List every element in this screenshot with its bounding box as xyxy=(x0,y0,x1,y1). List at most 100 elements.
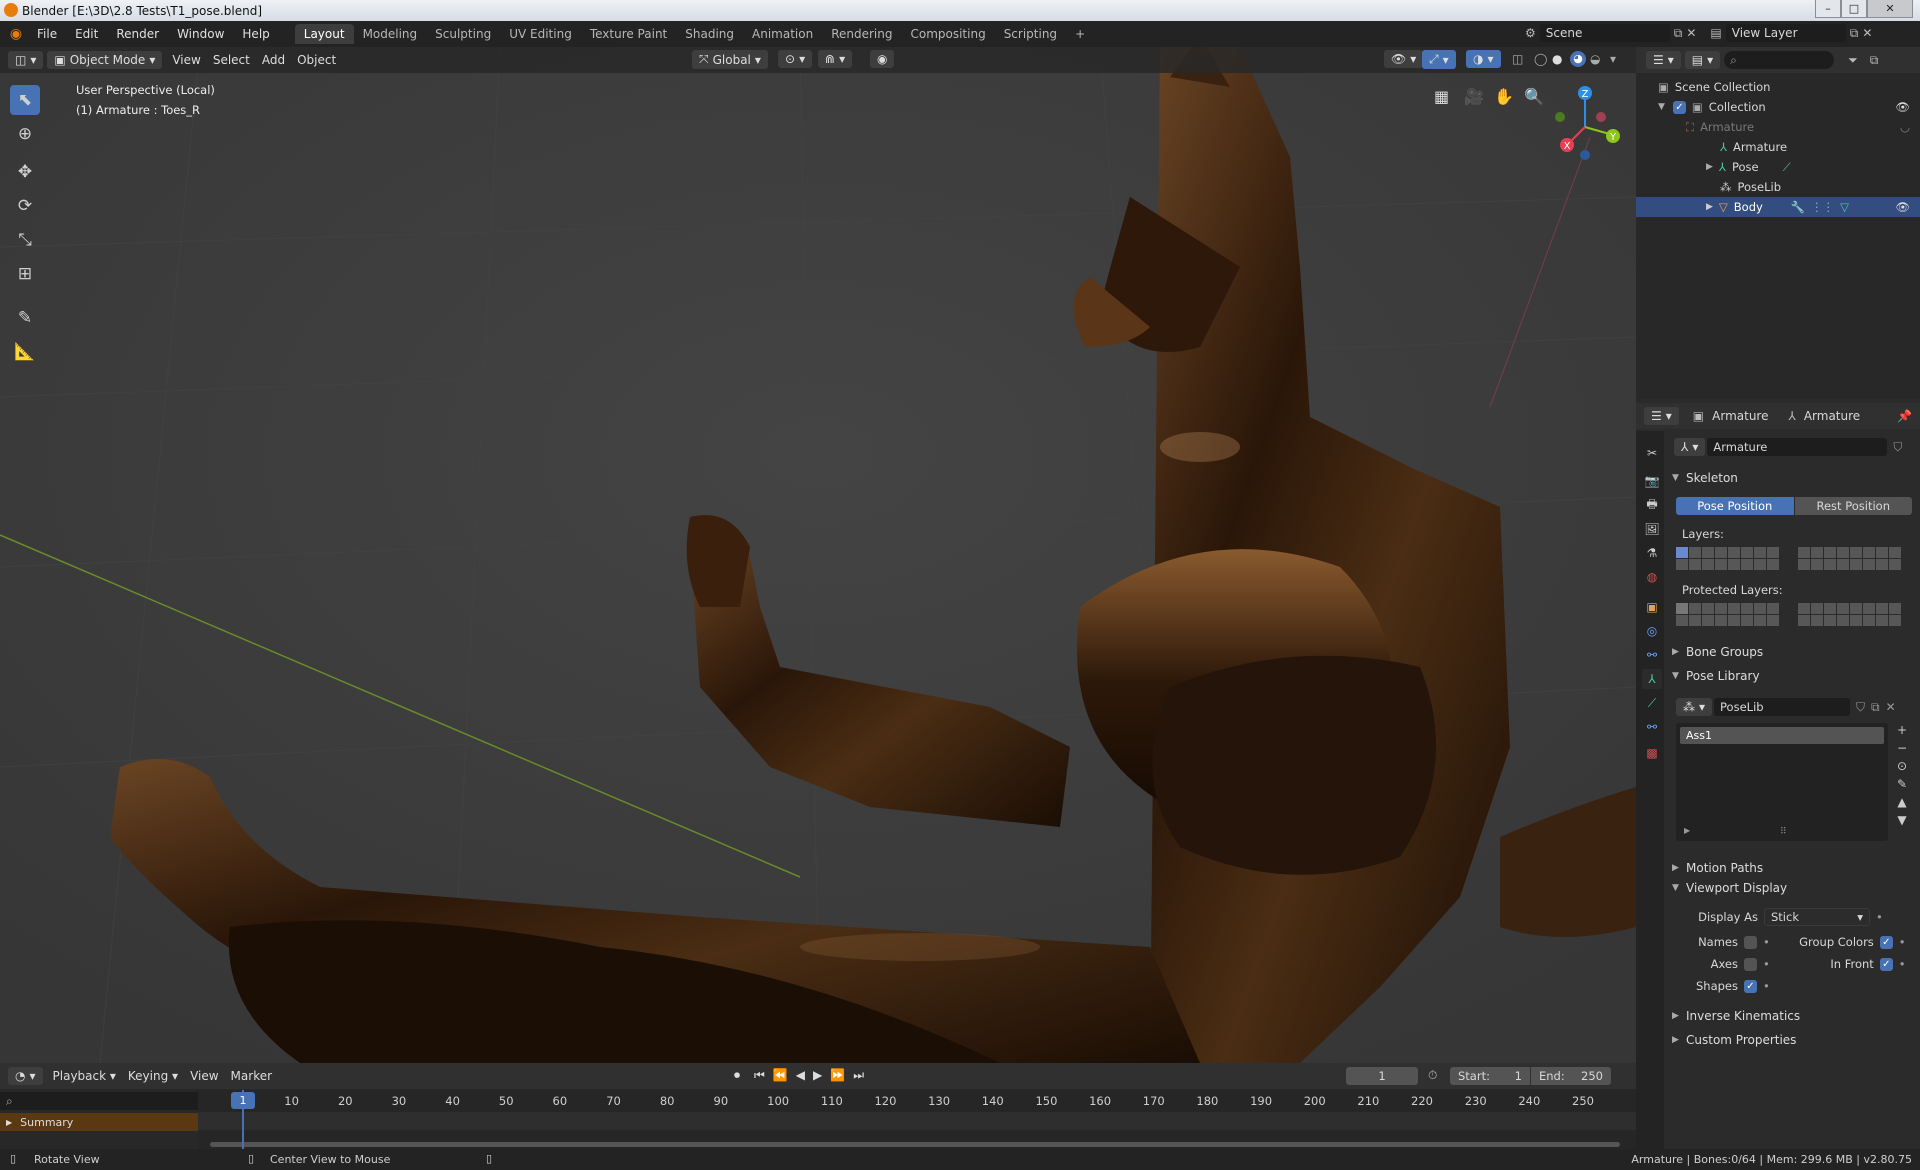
jump-end-icon[interactable]: ⏭ xyxy=(853,1068,864,1083)
visibility-selector[interactable]: 👁 ▾ xyxy=(1384,50,1424,68)
tab-modeling[interactable]: Modeling xyxy=(354,24,427,44)
start-frame-field[interactable]: Start: 1 xyxy=(1450,1067,1530,1085)
timeline-menu-marker[interactable]: Marker xyxy=(225,1067,278,1085)
scene-tab[interactable]: ⚗ xyxy=(1642,543,1662,563)
inverse-kinematics-panel-header[interactable]: ▶ Inverse Kinematics xyxy=(1668,1005,1916,1027)
viewport-menu-add[interactable]: Add xyxy=(256,51,291,69)
tool-tab[interactable]: ✂ xyxy=(1642,443,1662,463)
timeline-menu-view[interactable]: View xyxy=(184,1067,224,1085)
blender-menu-icon[interactable]: ◉ xyxy=(4,26,28,42)
outliner-row-armature-data[interactable]: ⅄ Armature xyxy=(1636,137,1920,157)
timeline-track-area[interactable]: 10 20 30 40 50 60 70 80 90 100 110 120 130 140 150 160 1… xyxy=(198,1090,1636,1149)
shading-options-icon[interactable]: ▾ xyxy=(1610,52,1616,66)
mode-selector[interactable]: ▣ Object Mode ▾ xyxy=(47,51,163,69)
viewport-menu-object[interactable]: Object xyxy=(291,51,342,69)
outliner-row-collection[interactable]: ▼ ✓ ▣ Collection 👁 xyxy=(1636,97,1920,117)
outliner-row-pose[interactable]: ▶ ⅄ Pose ⟋ xyxy=(1636,157,1920,177)
expand-arrow-icon[interactable]: ▶ xyxy=(1706,162,1713,172)
names-checkbox[interactable] xyxy=(1744,935,1757,949)
tab-layout[interactable]: Layout xyxy=(294,24,354,44)
navigation-gizmo[interactable]: Z Y X xyxy=(1545,83,1625,163)
physics-tab[interactable]: ◎ xyxy=(1642,621,1662,641)
tab-sculpting[interactable]: Sculpting xyxy=(426,24,500,44)
keyframe-dot-icon[interactable]: • xyxy=(1763,935,1770,949)
keyframe-dot-icon[interactable]: • xyxy=(1899,957,1906,971)
material-shading-icon[interactable]: ◕ xyxy=(1570,51,1586,67)
minimize-button[interactable]: – xyxy=(1815,0,1841,18)
object-tab[interactable]: ▣ xyxy=(1642,597,1662,617)
pin-icon[interactable]: 📌 xyxy=(1897,409,1912,423)
display-mode-selector[interactable]: ▤ ▾ xyxy=(1684,51,1721,69)
new-collection-icon[interactable]: ⧉ xyxy=(1870,53,1879,68)
pose-position-button[interactable]: Pose Position xyxy=(1676,497,1794,515)
bone-tab[interactable]: ⟋ xyxy=(1642,693,1662,713)
layers-grid-left[interactable] xyxy=(1676,547,1779,570)
viewport-display-panel-header[interactable]: ▼ Viewport Display xyxy=(1668,877,1916,899)
orientation-selector[interactable]: ⤧ Global ▾ xyxy=(692,50,768,69)
pan-hand-icon[interactable]: ✋ xyxy=(1494,87,1514,106)
motion-paths-panel-header[interactable]: ▶ Motion Paths xyxy=(1668,857,1916,879)
fake-user-shield-icon[interactable]: ⛉ xyxy=(1856,700,1865,715)
protected-layers-grid-right[interactable] xyxy=(1798,603,1901,626)
editor-type-button[interactable]: ◫ ▾ xyxy=(8,51,44,69)
prev-keyframe-icon[interactable]: ⏪ xyxy=(773,1068,788,1083)
expand-arrow-icon[interactable]: ▼ xyxy=(1658,102,1665,112)
tab-shading[interactable]: Shading xyxy=(676,24,743,44)
pivot-selector[interactable]: ⊙ ▾ xyxy=(778,50,813,68)
current-frame-field[interactable]: 1 xyxy=(1346,1067,1418,1085)
poselib-browse-button[interactable]: ⁂ ▾ xyxy=(1676,698,1713,716)
new-poselib-icon[interactable]: ⧉ xyxy=(1871,700,1880,715)
timeline-menu-playback[interactable]: Playback ▾ xyxy=(47,1067,122,1085)
eye-icon[interactable]: 👁 xyxy=(1895,200,1910,214)
play-reverse-icon[interactable]: ◀ xyxy=(796,1068,805,1083)
cursor-tool[interactable]: ⊕ xyxy=(10,119,40,149)
menu-help[interactable]: Help xyxy=(233,27,278,41)
outliner-search-input[interactable]: ⌕ xyxy=(1724,51,1835,69)
pose-list[interactable]: Ass1 ▶ ⠿ xyxy=(1676,723,1888,841)
grid-view-icon[interactable]: ▦ xyxy=(1434,87,1449,106)
tab-animation[interactable]: Animation xyxy=(743,24,822,44)
playhead-frame-badge[interactable]: 1 xyxy=(231,1092,255,1109)
keyframe-dot-icon[interactable]: • xyxy=(1876,910,1883,924)
timeline-editor-type[interactable]: ◔ ▾ xyxy=(8,1067,43,1085)
display-as-dropdown[interactable]: Stick ▾ xyxy=(1764,908,1870,926)
new-scene-icon[interactable]: ⧉ xyxy=(1674,26,1683,41)
render-tab[interactable]: 📷 xyxy=(1642,471,1662,491)
bone-groups-panel-header[interactable]: ▶ Bone Groups xyxy=(1668,641,1916,663)
outliner-row-armature-object[interactable]: ⛶ Armature ◡ xyxy=(1636,117,1920,137)
keyframe-dot-icon[interactable]: • xyxy=(1763,957,1770,971)
tab-texture-paint[interactable]: Texture Paint xyxy=(581,24,676,44)
unlink-icon[interactable]: ✕ xyxy=(1886,700,1896,714)
apply-pose-icon[interactable]: ⊙ xyxy=(1892,759,1912,773)
end-frame-field[interactable]: End: 250 xyxy=(1531,1067,1611,1085)
filter-icon[interactable]: ⏷ xyxy=(1848,53,1858,68)
overlays-toggle[interactable]: ◑ ▾ xyxy=(1466,50,1501,68)
jump-start-icon[interactable]: ⏮ xyxy=(754,1068,765,1083)
keyframe-dot-icon[interactable]: • xyxy=(1763,979,1770,993)
record-icon[interactable]: ⏺ xyxy=(734,1068,740,1083)
expand-arrow-icon[interactable]: ▶ xyxy=(1706,202,1713,212)
viewport-menu-view[interactable]: View xyxy=(166,51,206,69)
scene-selector[interactable]: Scene xyxy=(1539,24,1670,42)
layers-grid-right[interactable] xyxy=(1798,547,1901,570)
timeline-scrollbar[interactable] xyxy=(210,1142,1620,1147)
skeleton-panel-header[interactable]: ▼ Skeleton xyxy=(1668,467,1916,489)
protected-layers-grid-left[interactable] xyxy=(1676,603,1779,626)
timeline-search-input[interactable]: ⌕ xyxy=(0,1092,198,1110)
3d-viewport[interactable]: ◫ ▾ ▣ Object Mode ▾ View Select Add Object… xyxy=(0,47,1636,1063)
eye-icon[interactable]: 👁 xyxy=(1895,100,1910,114)
menu-edit[interactable]: Edit xyxy=(66,27,107,41)
scale-tool[interactable]: ⤡ xyxy=(10,225,40,255)
list-options-arrow-icon[interactable]: ▶ xyxy=(1684,826,1690,835)
outliner-row-body[interactable]: ▶ ▽ Body 🔧 ⋮⋮ ▽ 👁 xyxy=(1636,197,1920,217)
transform-tool[interactable]: ⊞ xyxy=(10,259,40,289)
tab-uv-editing[interactable]: UV Editing xyxy=(500,24,581,44)
maximize-button[interactable]: □ xyxy=(1841,0,1867,18)
camera-view-icon[interactable]: 🎥 xyxy=(1464,87,1484,106)
group-colors-checkbox[interactable]: ✓ xyxy=(1879,935,1893,949)
annotate-tool[interactable]: ✎ xyxy=(10,303,40,333)
constraints-tab[interactable]: ⚯ xyxy=(1642,645,1662,665)
remove-pose-icon[interactable]: − xyxy=(1892,741,1912,755)
solid-shading-icon[interactable]: ● xyxy=(1552,52,1562,66)
keyframe-dot-icon[interactable]: • xyxy=(1899,935,1906,949)
